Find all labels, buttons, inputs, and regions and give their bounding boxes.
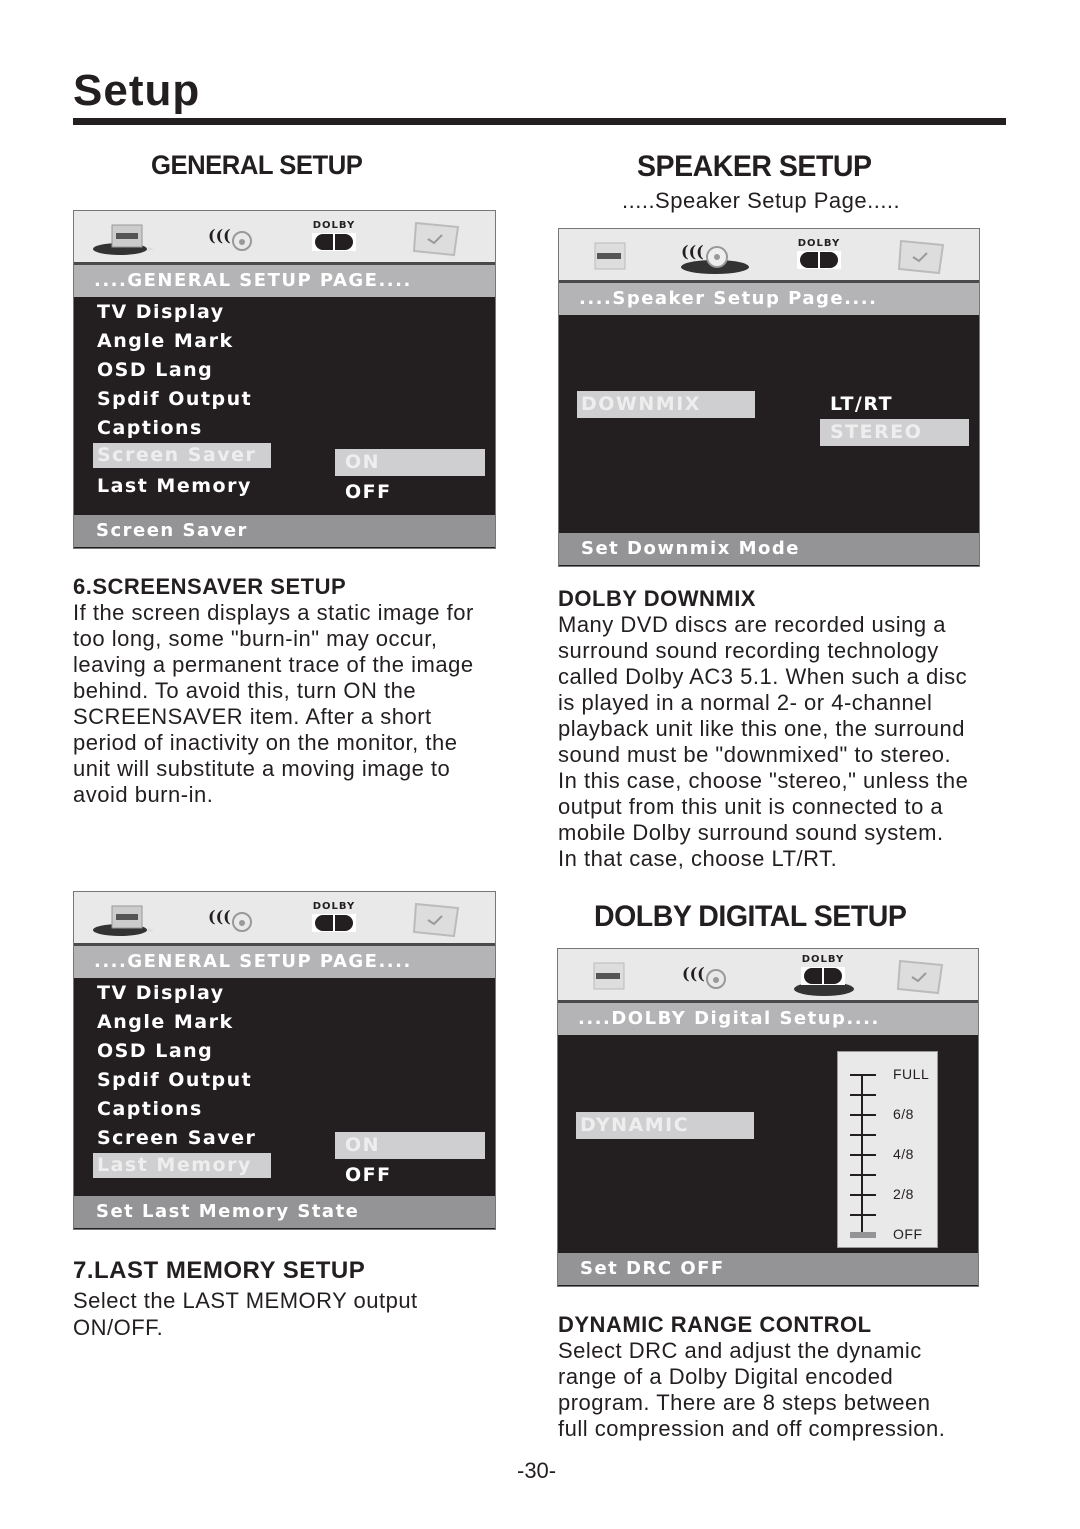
svg-text:(((: ((( (208, 226, 231, 245)
osd-icon-bar: ((( DOLBY (558, 949, 978, 1003)
osd-speaker-setup: ((( DOLBY ....Speaker Setup Page.... DOW… (558, 228, 980, 567)
menu-item-screen-saver[interactable]: Screen Saver (97, 1124, 256, 1153)
osd-menu-body: DYNAMIC FULL 6/8 4/8 2/8 OFF (558, 1035, 978, 1253)
slider-label-off: OFF (893, 1226, 923, 1242)
speaker-setup-icon[interactable]: ((( (680, 961, 732, 991)
menu-item-last-memory[interactable]: Last Memory (93, 1153, 271, 1178)
preference-icon[interactable] (412, 219, 462, 257)
option-stereo[interactable]: STEREO (820, 419, 969, 446)
svg-text:(((: ((( (681, 242, 704, 261)
dolby-digital-icon[interactable]: DOLBY (309, 221, 359, 251)
menu-item-dynamic[interactable]: DYNAMIC (576, 1112, 754, 1139)
osd-icon-bar: ((( DOLBY (74, 892, 495, 946)
option-off[interactable]: OFF (335, 1162, 485, 1189)
menu-item-tv-display[interactable]: TV Display (97, 979, 225, 1008)
slider-handle[interactable] (850, 1232, 876, 1238)
slider-label-4-8: 4/8 (893, 1146, 914, 1162)
menu-item-angle-mark[interactable]: Angle Mark (97, 1008, 234, 1037)
general-setup-tv-icon[interactable] (92, 219, 154, 257)
speaker-setup-icon[interactable]: ((( (679, 237, 751, 277)
osd-icon-bar: ((( DOLBY (559, 229, 979, 283)
general-setup-tv-icon[interactable] (591, 239, 631, 273)
menu-item-screen-saver[interactable]: Screen Saver (93, 443, 271, 468)
speaker-setup-icon[interactable]: ((( (206, 223, 258, 253)
osd-page-label: ....GENERAL SETUP PAGE.... (74, 265, 495, 297)
dolby-digital-setup-heading: DOLBY DIGITAL SETUP (594, 900, 907, 933)
last-memory-section-text: Select the LAST MEMORY output ON/OFF. (73, 1288, 418, 1340)
osd-general-setup-screensaver: ((( DOLBY ....GENERAL SETUP PAGE.... TV … (73, 210, 496, 549)
slider-tick (850, 1094, 876, 1096)
drc-section-text: Select DRC and adjust the dynamic range … (558, 1338, 946, 1441)
osd-status-bar: Screen Saver (74, 515, 495, 547)
osd-menu-body: TV Display Angle Mark OSD Lang Spdif Out… (74, 297, 495, 515)
osd-menu-body: TV Display Angle Mark OSD Lang Spdif Out… (74, 978, 495, 1196)
svg-text:(((: ((( (208, 907, 231, 926)
slider-label-6-8: 6/8 (893, 1106, 914, 1122)
menu-item-captions[interactable]: Captions (97, 1095, 203, 1124)
drc-slider[interactable]: FULL 6/8 4/8 2/8 OFF (837, 1051, 938, 1248)
speaker-setup-caption: .....Speaker Setup Page..... (622, 188, 901, 213)
menu-item-last-memory[interactable]: Last Memory (97, 472, 252, 501)
option-on[interactable]: ON (335, 449, 485, 476)
page-number: -30- (517, 1458, 557, 1483)
osd-status-bar: Set Downmix Mode (559, 533, 979, 565)
general-setup-tv-icon[interactable] (590, 959, 630, 993)
slider-tick (850, 1174, 876, 1176)
slider-label-2-8: 2/8 (893, 1186, 914, 1202)
option-on[interactable]: ON (335, 1132, 485, 1159)
slider-tick (850, 1194, 876, 1196)
drc-section-heading: DYNAMIC RANGE CONTROL (558, 1312, 872, 1337)
downmix-section-heading: DOLBY DOWNMIX (558, 586, 756, 611)
osd-dolby-digital-setup: ((( DOLBY ....DOLBY Digital Setup.... DY… (557, 948, 979, 1287)
downmix-section-text: Many DVD discs are recorded using a surr… (558, 612, 969, 871)
title-divider (73, 118, 1006, 125)
dolby-digital-icon[interactable]: DOLBY (794, 239, 844, 269)
menu-item-osd-lang[interactable]: OSD Lang (97, 1037, 213, 1066)
menu-item-osd-lang[interactable]: OSD Lang (97, 356, 213, 385)
slider-tick (850, 1074, 876, 1076)
osd-status-bar: Set DRC OFF (558, 1253, 978, 1285)
osd-page-label: ....GENERAL SETUP PAGE.... (74, 946, 495, 978)
osd-general-setup-last-memory: ((( DOLBY ....GENERAL SETUP PAGE.... TV … (73, 891, 496, 1230)
screensaver-section-text: If the screen displays a static image fo… (73, 600, 474, 807)
menu-item-downmix[interactable]: DOWNMIX (577, 391, 755, 418)
preference-icon[interactable] (412, 900, 462, 938)
menu-item-spdif-output[interactable]: Spdif Output (97, 385, 252, 414)
menu-item-spdif-output[interactable]: Spdif Output (97, 1066, 252, 1095)
slider-tick (850, 1114, 876, 1116)
preference-icon[interactable] (896, 957, 946, 995)
option-lt-rt[interactable]: LT/RT (820, 391, 970, 418)
speaker-setup-heading: SPEAKER SETUP (637, 150, 872, 183)
option-off[interactable]: OFF (335, 479, 485, 506)
svg-text:(((: ((( (682, 964, 705, 983)
slider-tick (850, 1134, 876, 1136)
slider-label-full: FULL (893, 1066, 930, 1082)
osd-status-bar: Set Last Memory State (74, 1196, 495, 1228)
osd-page-label: ....DOLBY Digital Setup.... (558, 1003, 978, 1035)
general-setup-heading: GENERAL SETUP (151, 150, 363, 180)
general-setup-tv-icon[interactable] (92, 900, 154, 938)
slider-tick (850, 1214, 876, 1216)
dolby-digital-icon[interactable]: DOLBY (798, 955, 848, 985)
menu-item-captions[interactable]: Captions (97, 414, 203, 443)
osd-icon-bar: ((( DOLBY (74, 211, 495, 265)
slider-tick (850, 1154, 876, 1156)
preference-icon[interactable] (897, 237, 947, 275)
dolby-digital-icon[interactable]: DOLBY (309, 902, 359, 932)
osd-menu-body: DOWNMIX LT/RT STEREO (559, 315, 979, 533)
screensaver-section-heading: 6.SCREENSAVER SETUP (73, 574, 347, 599)
menu-item-tv-display[interactable]: TV Display (97, 298, 225, 327)
speaker-setup-icon[interactable]: ((( (206, 904, 258, 934)
osd-page-label: ....Speaker Setup Page.... (559, 283, 979, 315)
last-memory-section-heading: 7.LAST MEMORY SETUP (73, 1257, 366, 1284)
menu-item-angle-mark[interactable]: Angle Mark (97, 327, 234, 356)
page-title: Setup (73, 66, 201, 115)
